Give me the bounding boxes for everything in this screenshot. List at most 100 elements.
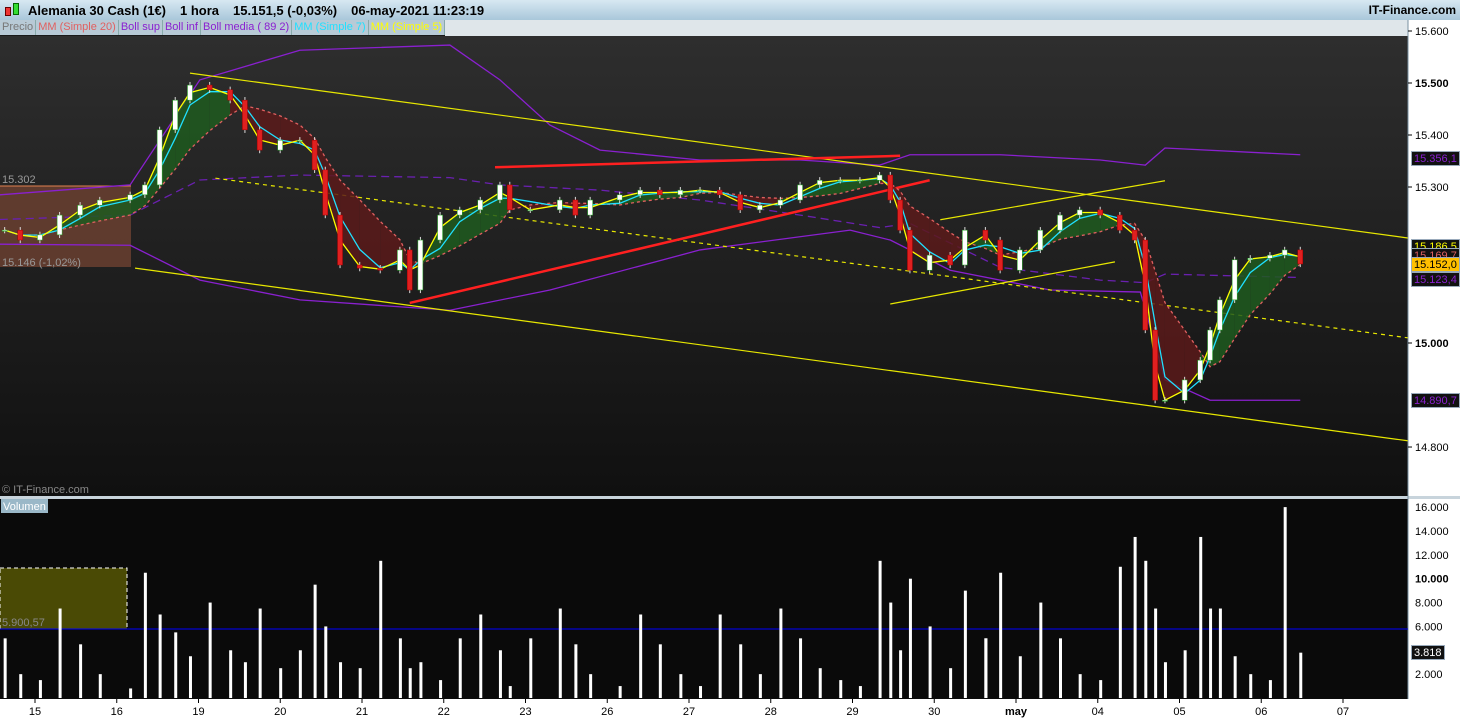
volume-bar	[1218, 608, 1222, 698]
candle	[572, 199, 579, 216]
volume-bar	[1144, 560, 1148, 698]
x-tick-label: 07	[1337, 706, 1349, 718]
candle	[56, 214, 63, 236]
candle	[527, 209, 534, 212]
volume-box-value: 5.900,57	[2, 617, 45, 629]
y-tick-label: 15.000	[1415, 338, 1449, 350]
candle	[1162, 399, 1168, 402]
volume-bar	[19, 674, 23, 698]
candle	[1152, 329, 1158, 401]
y-tick-label: 15.600	[1415, 26, 1449, 38]
volume-tick-label: 6.000	[1415, 621, 1443, 633]
volume-bar	[529, 638, 533, 698]
candle	[616, 194, 623, 201]
candle	[356, 264, 363, 269]
volume-bar	[618, 686, 622, 698]
candle	[1142, 239, 1149, 331]
candle	[926, 254, 933, 271]
volume-bar	[129, 688, 133, 698]
candle	[377, 267, 383, 271]
x-tick-label: 27	[683, 706, 695, 718]
candle	[256, 129, 263, 151]
price-tag: 15.123,4	[1411, 271, 1460, 287]
volume-bar	[1233, 656, 1237, 698]
volume-bar	[143, 572, 147, 698]
candle	[887, 174, 894, 201]
x-tick-label: 19	[192, 706, 204, 718]
price-tag: 15.152,0	[1411, 256, 1460, 272]
candle	[1, 229, 8, 232]
candle	[1297, 249, 1304, 265]
volume-bar	[1249, 674, 1253, 698]
x-tick-label: 29	[846, 706, 858, 718]
y-tick-label: 15.300	[1415, 182, 1449, 194]
candle	[227, 89, 233, 101]
candle	[1017, 249, 1023, 271]
watermark: © IT-Finance.com	[2, 484, 89, 496]
volume-bar	[3, 638, 7, 698]
volume-bar	[739, 644, 743, 698]
volume-bar	[999, 572, 1003, 698]
candle	[962, 229, 968, 266]
x-tick-label: 23	[519, 706, 531, 718]
volume-bar	[1268, 680, 1272, 698]
volume-last-tag: 3.818	[1411, 645, 1445, 661]
candle	[757, 204, 763, 211]
volume-bar	[298, 650, 302, 698]
volume-bar	[419, 662, 423, 698]
volume-bar	[58, 608, 62, 698]
candle	[172, 99, 178, 131]
candle	[876, 174, 883, 181]
volume-bar	[174, 632, 178, 698]
candle	[557, 199, 563, 211]
x-tick-label: 16	[111, 706, 123, 718]
volume-bar	[439, 680, 443, 698]
range-low-label: 15.146 (-1,02%)	[2, 257, 81, 269]
price-chart[interactable]: 15.600 15.500 15.400 15.300 15.000 14.800 16.0…	[0, 0, 1460, 720]
volume-bar	[949, 668, 953, 698]
candle	[477, 199, 484, 211]
candle	[206, 84, 213, 91]
candle	[677, 189, 684, 196]
volume-bar	[313, 584, 317, 698]
candle	[657, 189, 663, 196]
volume-bar	[379, 560, 383, 698]
volume-bar	[79, 644, 83, 698]
candle	[417, 239, 424, 291]
volume-bar	[1183, 650, 1187, 698]
candle	[127, 194, 133, 201]
volume-bar	[779, 608, 783, 698]
volume-bar	[158, 614, 162, 698]
volume-bar	[508, 686, 512, 698]
candle	[857, 179, 863, 182]
volume-tick-label: 16.000	[1415, 502, 1449, 514]
candle	[457, 209, 463, 216]
volume-bar	[558, 608, 562, 698]
volume-bar	[818, 668, 822, 698]
volume-bar	[839, 680, 843, 698]
x-tick-label: 06	[1255, 706, 1267, 718]
volume-bar	[243, 662, 247, 698]
candle	[277, 139, 283, 151]
candle	[1281, 249, 1288, 256]
volume-bar	[1078, 674, 1082, 698]
candle	[297, 139, 303, 142]
x-tick-label: 22	[438, 706, 450, 718]
candle	[1037, 229, 1044, 251]
y-tick-label: 15.400	[1415, 130, 1449, 142]
candle	[156, 129, 163, 186]
price-tag: 15.356,1	[1411, 150, 1460, 166]
candle	[587, 199, 593, 216]
x-tick-label: 20	[274, 706, 286, 718]
candle	[322, 169, 329, 216]
candle	[716, 189, 723, 196]
candle	[1181, 379, 1188, 401]
volume-bar	[799, 638, 803, 698]
volume-bar	[574, 644, 578, 698]
volume-bar	[1199, 536, 1203, 698]
volume-bar	[498, 650, 502, 698]
volume-bar	[324, 626, 328, 698]
volume-tick-label: 12.000	[1415, 550, 1449, 562]
volume-bar	[963, 590, 967, 698]
panel-divider	[0, 496, 1460, 499]
